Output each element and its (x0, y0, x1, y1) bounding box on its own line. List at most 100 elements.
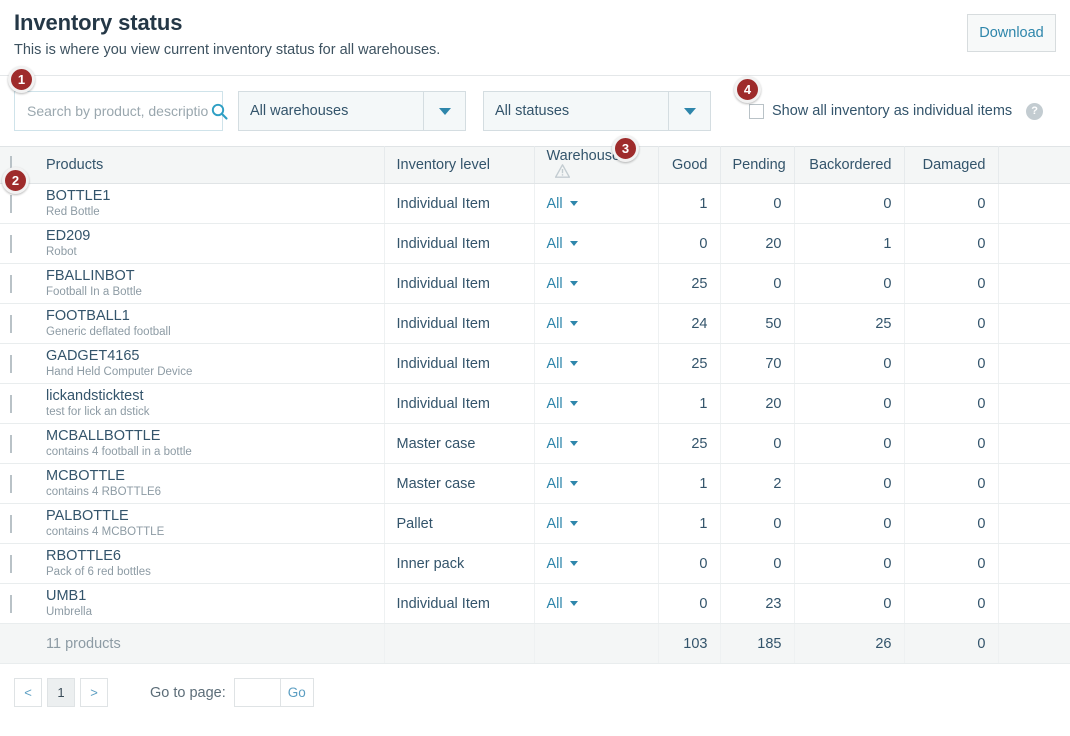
product-cell[interactable]: BOTTLE1 Red Bottle (34, 183, 385, 224)
product-cell[interactable]: lickandsticktest test for lick an dstick (34, 383, 385, 424)
table-row[interactable]: RBOTTLE6 Pack of 6 red bottles Inner pack A… (0, 543, 1070, 584)
row-checkbox[interactable] (10, 394, 12, 413)
table-row[interactable]: MCBOTTLE contains 4 RBOTTLE6 Master case Al… (0, 463, 1070, 504)
warehouse-cell[interactable]: All (534, 423, 659, 464)
column-header-good[interactable]: Good (658, 146, 721, 184)
product-cell[interactable]: PALBOTTLE contains 4 MCBOTTLE (34, 503, 385, 544)
warehouse-dropdown[interactable]: All (547, 276, 578, 292)
warehouse-cell[interactable]: All (534, 463, 659, 504)
product-description: Football In a Bottle (46, 286, 142, 298)
show-individual-items-checkbox[interactable] (749, 103, 764, 119)
warehouse-dropdown[interactable]: All (547, 516, 578, 532)
table-row[interactable]: ED209 Robot Individual Item All 0 20 1 0 (0, 223, 1070, 264)
pagination-page-1[interactable]: 1 (47, 678, 75, 707)
inventory-table: Products Inventory level Warehouse Good (0, 146, 1070, 664)
damaged-cell: 0 (904, 263, 999, 304)
warehouse-dropdown[interactable]: All (547, 596, 578, 612)
product-cell[interactable]: ED209 Robot (34, 223, 385, 264)
show-individual-items-group[interactable]: Show all inventory as individual items ? (749, 102, 1044, 120)
product-cell[interactable]: GADGET4165 Hand Held Computer Device (34, 343, 385, 384)
pagination-prev-button[interactable]: < (14, 678, 42, 707)
warning-triangle-icon[interactable] (554, 164, 570, 182)
row-select-cell[interactable] (0, 263, 34, 304)
warehouse-cell[interactable]: All (534, 343, 659, 384)
chevron-down-icon (569, 361, 578, 366)
warehouse-dropdown[interactable]: All (547, 316, 578, 332)
product-cell[interactable]: RBOTTLE6 Pack of 6 red bottles (34, 543, 385, 584)
warehouse-cell[interactable]: All (534, 503, 659, 544)
table-row[interactable]: lickandsticktest test for lick an dstick I… (0, 383, 1070, 424)
table-row[interactable]: BOTTLE1 Red Bottle Individual Item All 1 0 0 0 (0, 183, 1070, 224)
warehouse-dropdown[interactable]: All (547, 476, 578, 492)
chevron-down-icon[interactable] (668, 92, 710, 130)
help-icon[interactable]: ? (1026, 102, 1044, 120)
row-select-cell[interactable] (0, 223, 34, 264)
row-checkbox[interactable] (10, 234, 12, 253)
pending-cell: 0 (720, 183, 795, 224)
row-select-cell[interactable] (0, 383, 34, 424)
row-checkbox[interactable] (10, 274, 12, 293)
warehouse-dropdown[interactable]: All (547, 196, 578, 212)
inventory-level-cell: Inner pack (384, 543, 535, 584)
row-checkbox[interactable] (10, 554, 12, 573)
row-select-cell[interactable] (0, 343, 34, 384)
row-select-cell[interactable] (0, 423, 34, 464)
search-input[interactable] (25, 102, 210, 120)
row-checkbox[interactable] (10, 314, 12, 333)
table-row[interactable]: FBALLINBOT Football In a Bottle Individual… (0, 263, 1070, 304)
goto-page-input[interactable] (233, 678, 281, 707)
product-cell[interactable]: UMB1 Umbrella (34, 583, 385, 624)
column-header-warehouse-label: Warehouse (546, 148, 621, 164)
row-select-cell[interactable] (0, 503, 34, 544)
row-checkbox[interactable] (10, 474, 12, 493)
column-header-inventory-level[interactable]: Inventory level (384, 146, 535, 184)
go-button[interactable]: Go (280, 678, 314, 707)
damaged-cell: 0 (904, 303, 999, 344)
backordered-cell: 0 (794, 543, 905, 584)
warehouse-cell[interactable]: All (534, 583, 659, 624)
good-cell: 1 (658, 463, 721, 504)
product-cell[interactable]: FOOTBALL1 Generic deflated football (34, 303, 385, 344)
column-header-damaged[interactable]: Damaged (904, 146, 999, 184)
chevron-down-icon[interactable] (423, 92, 465, 130)
inventory-status-page: Inventory status This is where you view … (0, 0, 1070, 736)
column-header-products[interactable]: Products (34, 146, 385, 184)
row-select-cell[interactable] (0, 303, 34, 344)
table-row[interactable]: GADGET4165 Hand Held Computer Device Indiv… (0, 343, 1070, 384)
table-row[interactable]: FOOTBALL1 Generic deflated football Indivi… (0, 303, 1070, 344)
row-checkbox[interactable] (10, 594, 12, 613)
row-select-cell[interactable] (0, 583, 34, 624)
column-header-backordered[interactable]: Backordered (794, 146, 905, 184)
table-row[interactable]: MCBALLBOTTLE contains 4 football in a bot… (0, 423, 1070, 464)
row-select-cell[interactable] (0, 463, 34, 504)
column-header-warehouse[interactable]: Warehouse (534, 146, 659, 184)
warehouse-cell[interactable]: All (534, 303, 659, 344)
warehouse-cell[interactable]: All (534, 383, 659, 424)
warehouse-dropdown[interactable]: All (547, 236, 578, 252)
download-button[interactable]: Download (967, 14, 1056, 52)
row-select-cell[interactable] (0, 543, 34, 584)
table-row[interactable]: PALBOTTLE contains 4 MCBOTTLE Pallet All 1 0 0… (0, 503, 1070, 544)
warehouse-cell[interactable]: All (534, 263, 659, 304)
row-checkbox[interactable] (10, 434, 12, 453)
product-cell[interactable]: MCBOTTLE contains 4 RBOTTLE6 (34, 463, 385, 504)
warehouse-dropdown[interactable]: All (547, 396, 578, 412)
row-checkbox[interactable] (10, 194, 12, 213)
search-icon[interactable] (210, 102, 228, 120)
warehouse-cell[interactable]: All (534, 183, 659, 224)
status-filter-select[interactable]: All statuses (483, 91, 711, 131)
warehouse-cell[interactable]: All (534, 223, 659, 264)
warehouse-cell[interactable]: All (534, 543, 659, 584)
warehouse-dropdown[interactable]: All (547, 356, 578, 372)
column-header-pending[interactable]: Pending (720, 146, 795, 184)
product-cell[interactable]: MCBALLBOTTLE contains 4 football in a bot… (34, 423, 385, 464)
search-box[interactable] (14, 91, 228, 131)
warehouse-filter-select[interactable]: All warehouses (238, 91, 466, 131)
warehouse-dropdown[interactable]: All (547, 436, 578, 452)
pagination-next-button[interactable]: > (80, 678, 108, 707)
warehouse-dropdown[interactable]: All (547, 556, 578, 572)
table-row[interactable]: UMB1 Umbrella Individual Item All 0 23 0 0 (0, 583, 1070, 624)
row-checkbox[interactable] (10, 354, 12, 373)
product-cell[interactable]: FBALLINBOT Football In a Bottle (34, 263, 385, 304)
row-checkbox[interactable] (10, 514, 12, 533)
